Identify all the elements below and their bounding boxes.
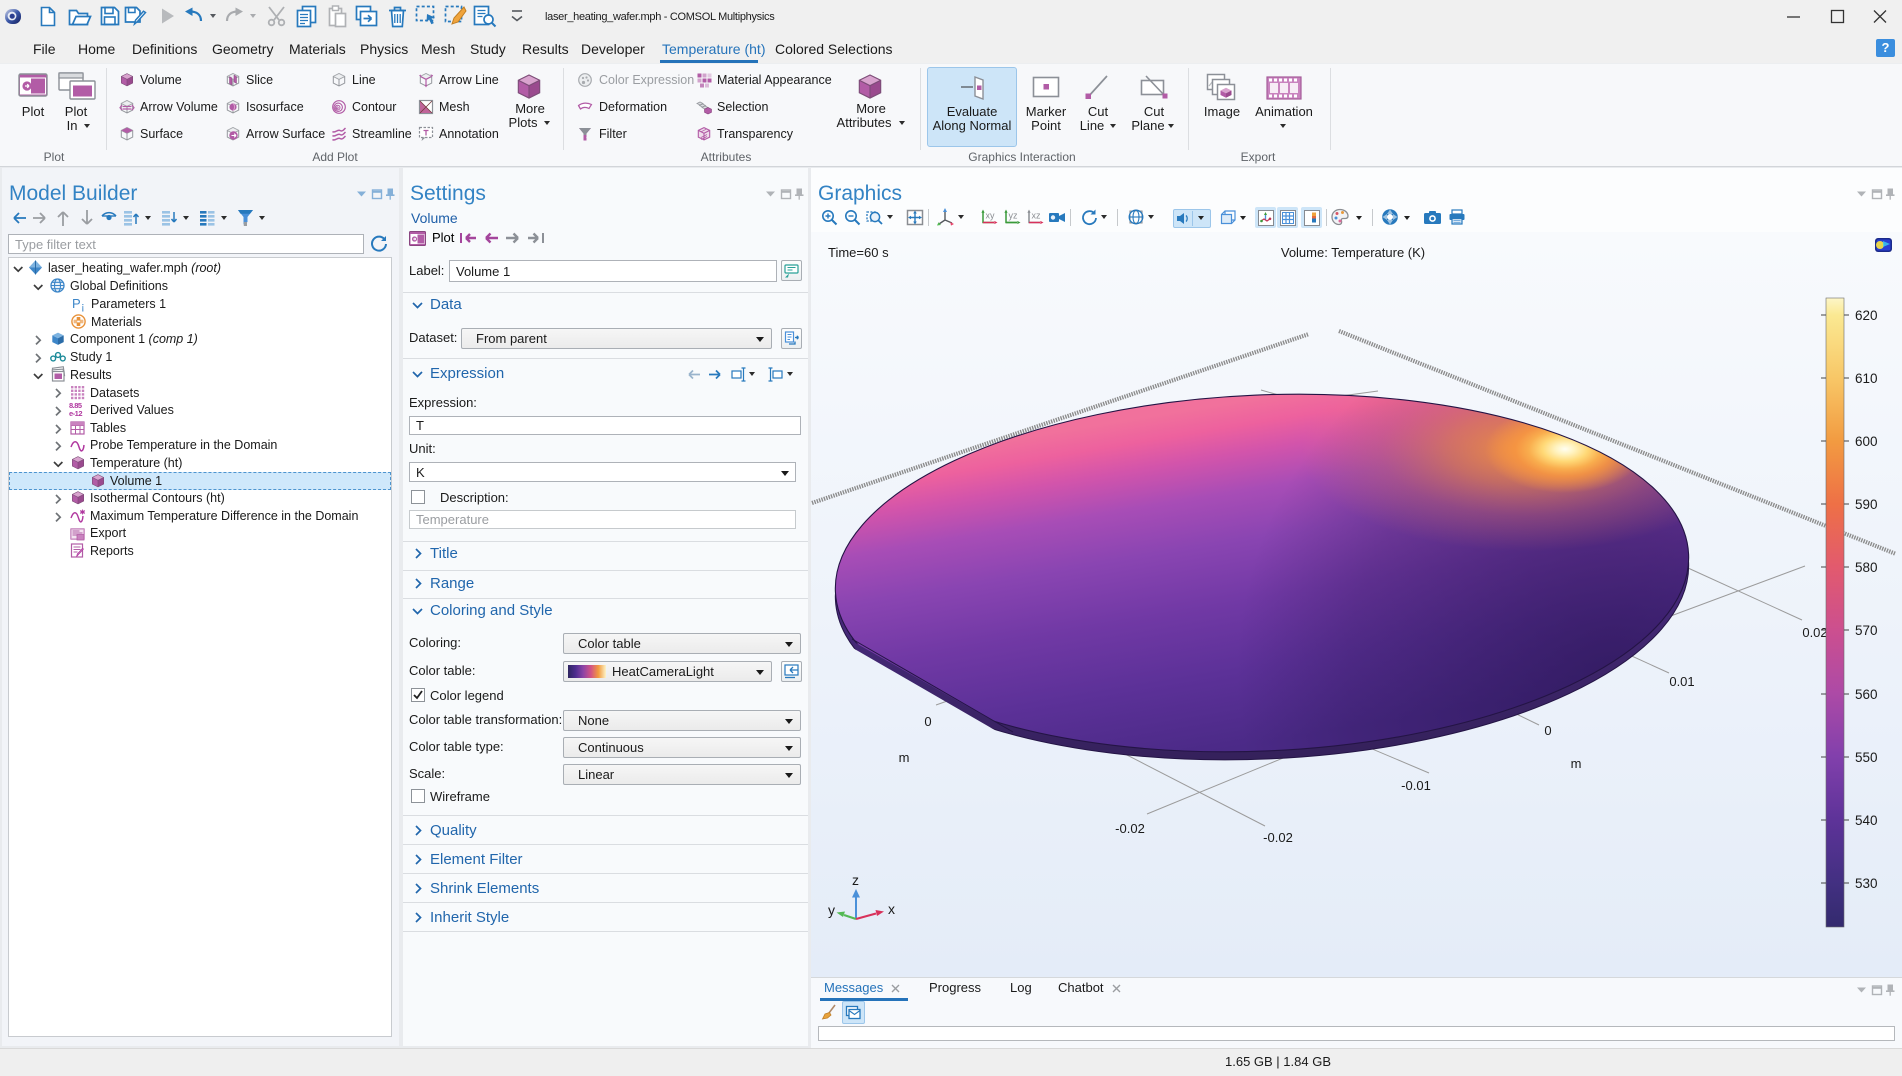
svg-text:0: 0 bbox=[1544, 723, 1551, 738]
svg-text:580: 580 bbox=[1855, 560, 1878, 575]
svg-text:620: 620 bbox=[1855, 308, 1878, 323]
svg-text:yz: yz bbox=[1009, 211, 1019, 221]
svg-text:Time=60 s: Time=60 s bbox=[828, 245, 889, 260]
svg-text:-0.02: -0.02 bbox=[1115, 821, 1145, 836]
svg-text:590: 590 bbox=[1855, 497, 1878, 512]
svg-text:¡: ¡ bbox=[81, 301, 85, 313]
svg-text:Volume: Temperature (K): Volume: Temperature (K) bbox=[1281, 245, 1425, 260]
svg-text:m: m bbox=[899, 750, 910, 765]
svg-text:560: 560 bbox=[1855, 687, 1878, 702]
svg-text:P: P bbox=[72, 296, 81, 311]
svg-text:x: x bbox=[888, 901, 895, 917]
svg-text:-0.01: -0.01 bbox=[1401, 778, 1431, 793]
svg-text:610: 610 bbox=[1855, 371, 1878, 386]
svg-text:xy: xy bbox=[986, 211, 996, 221]
svg-text:570: 570 bbox=[1855, 623, 1878, 638]
svg-text:530: 530 bbox=[1855, 876, 1878, 891]
svg-text:0.01: 0.01 bbox=[1669, 674, 1694, 689]
svg-text:m: m bbox=[1571, 756, 1582, 771]
svg-text:-0.02: -0.02 bbox=[1263, 830, 1293, 845]
svg-text:600: 600 bbox=[1855, 434, 1878, 449]
svg-text:0: 0 bbox=[924, 714, 931, 729]
svg-text:y: y bbox=[828, 902, 835, 918]
svg-text:540: 540 bbox=[1855, 813, 1878, 828]
svg-text:550: 550 bbox=[1855, 750, 1878, 765]
svg-text:0.02: 0.02 bbox=[1802, 625, 1827, 640]
svg-text:xz: xz bbox=[1032, 211, 1042, 221]
svg-text:z: z bbox=[852, 872, 859, 888]
